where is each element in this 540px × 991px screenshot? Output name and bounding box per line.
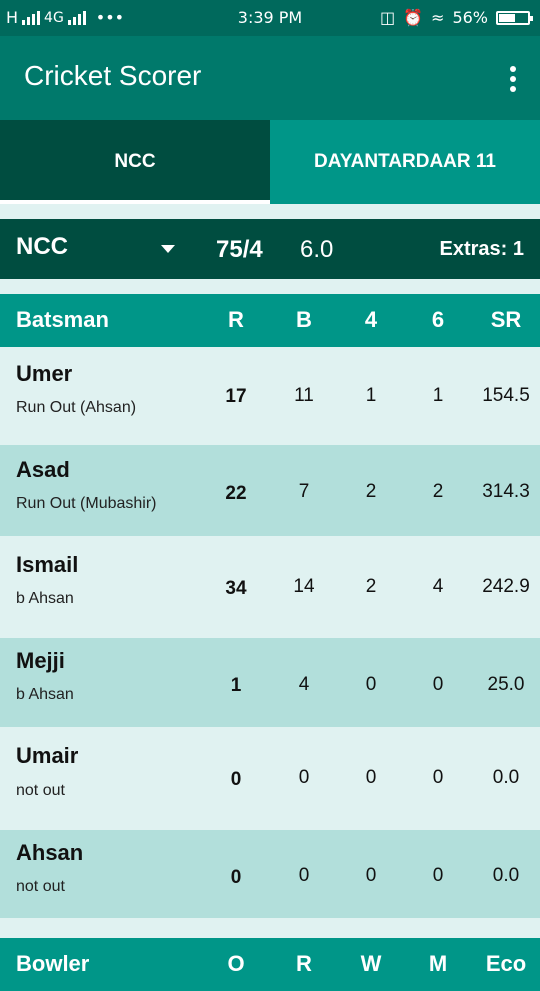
header-bowler: Bowler bbox=[16, 951, 90, 976]
header-sixes: 6 bbox=[431, 307, 445, 332]
team-selector-label[interactable]: NCC bbox=[16, 233, 68, 261]
battery-icon bbox=[496, 10, 533, 25]
balls: 0 bbox=[298, 767, 310, 788]
header-strike-rate: SR bbox=[490, 307, 522, 332]
sixes: 4 bbox=[432, 576, 444, 597]
runs: 34 bbox=[225, 578, 247, 599]
battery-percent: 56% bbox=[452, 8, 488, 27]
dismissal: b Ahsan bbox=[16, 590, 74, 607]
fours: 0 bbox=[365, 767, 377, 788]
strike-rate: 314.3 bbox=[482, 481, 530, 502]
dismissal: Run Out (Mubashir) bbox=[16, 495, 157, 512]
table-row[interactable]: Asad Run Out (Mubashir) 22 7 2 2 314.3 bbox=[0, 445, 540, 536]
table-row[interactable]: Mejji b Ahsan 1 4 0 0 25.0 bbox=[0, 638, 540, 727]
batting-table-header: Batsman R B 4 6 SR bbox=[0, 294, 540, 347]
dismissal: Run Out (Ahsan) bbox=[16, 399, 137, 416]
batsman-name: Ahsan bbox=[16, 840, 84, 865]
balls: 11 bbox=[294, 385, 314, 406]
app-bar: Cricket Scorer bbox=[0, 36, 540, 120]
header-maidens: M bbox=[428, 951, 448, 976]
runs: 1 bbox=[230, 675, 242, 696]
fours: 0 bbox=[365, 865, 377, 886]
table-row[interactable]: Ismail b Ahsan 34 14 2 4 242.9 bbox=[0, 536, 540, 638]
header-bowl-runs: R bbox=[296, 951, 312, 976]
team-tabs: NCC DAYANTARDAAR 11 bbox=[0, 120, 540, 204]
runs: 17 bbox=[225, 386, 247, 407]
sixes: 0 bbox=[432, 674, 444, 695]
balls: 4 bbox=[298, 674, 310, 695]
fours: 0 bbox=[365, 674, 377, 695]
section-divider bbox=[0, 918, 540, 938]
overs: 6.0 bbox=[300, 236, 334, 263]
alarm-icon: ⏰ bbox=[403, 8, 424, 27]
vibrate-icon: ◫ bbox=[379, 8, 396, 27]
tab-ncc[interactable]: NCC bbox=[0, 120, 270, 204]
extras: Extras: 1 bbox=[439, 238, 525, 260]
batsman-name: Umer bbox=[16, 361, 73, 386]
innings-score-bar: NCC 75/4 6.0 Extras: 1 bbox=[0, 219, 540, 279]
strike-rate: 0.0 bbox=[492, 865, 520, 886]
sixes: 0 bbox=[432, 865, 444, 886]
tab-dayantardaar-11[interactable]: DAYANTARDAAR 11 bbox=[270, 120, 540, 204]
header-economy: Eco bbox=[485, 951, 527, 976]
batsman-name: Ismail bbox=[16, 552, 79, 577]
dismissal: not out bbox=[16, 782, 65, 799]
strike-rate: 154.5 bbox=[482, 385, 530, 406]
app-title: Cricket Scorer bbox=[24, 60, 202, 91]
header-runs: R bbox=[228, 307, 244, 332]
sixes: 0 bbox=[432, 767, 444, 788]
sixes: 2 bbox=[432, 481, 444, 502]
table-row[interactable]: Umer Run Out (Ahsan) 17 11 1 1 154.5 bbox=[0, 347, 540, 445]
wifi-icon: ≈ bbox=[431, 8, 445, 27]
balls: 0 bbox=[298, 865, 310, 886]
header-wickets: W bbox=[360, 951, 382, 976]
balls: 14 bbox=[293, 576, 315, 597]
strike-rate: 242.9 bbox=[482, 576, 530, 597]
overflow-menu-icon[interactable] bbox=[510, 66, 516, 92]
batsman-name: Umair bbox=[16, 743, 79, 768]
header-fours: 4 bbox=[364, 307, 378, 332]
status-right: ◫ ⏰ ≈ 56% bbox=[379, 8, 533, 27]
header-balls: B bbox=[296, 307, 312, 332]
header-overs: O bbox=[227, 951, 245, 976]
runs: 22 bbox=[225, 483, 247, 504]
balls: 7 bbox=[298, 481, 310, 502]
dismissal: not out bbox=[16, 878, 65, 895]
table-row[interactable]: Ahsan not out 0 0 0 0 0.0 bbox=[0, 830, 540, 918]
batsman-name: Mejji bbox=[16, 648, 65, 673]
bowling-table-header: Bowler O R W M Eco bbox=[0, 938, 540, 991]
table-row[interactable]: Umair not out 0 0 0 0 0.0 bbox=[0, 727, 540, 830]
dismissal: b Ahsan bbox=[16, 686, 74, 703]
batsman-name: Asad bbox=[16, 457, 70, 482]
total-score: 75/4 bbox=[216, 236, 263, 263]
runs: 0 bbox=[230, 867, 242, 888]
strike-rate: 25.0 bbox=[487, 674, 525, 695]
header-batsman: Batsman bbox=[16, 307, 109, 332]
sixes: 1 bbox=[432, 385, 444, 406]
fours: 2 bbox=[365, 576, 377, 597]
fours: 2 bbox=[365, 481, 377, 502]
fours: 1 bbox=[365, 385, 377, 406]
runs: 0 bbox=[230, 769, 242, 790]
status-bar: H 4G ••• 3:39 PM ◫ ⏰ ≈ 56% bbox=[0, 0, 540, 36]
strike-rate: 0.0 bbox=[492, 767, 520, 788]
dropdown-caret-icon[interactable] bbox=[161, 245, 175, 253]
